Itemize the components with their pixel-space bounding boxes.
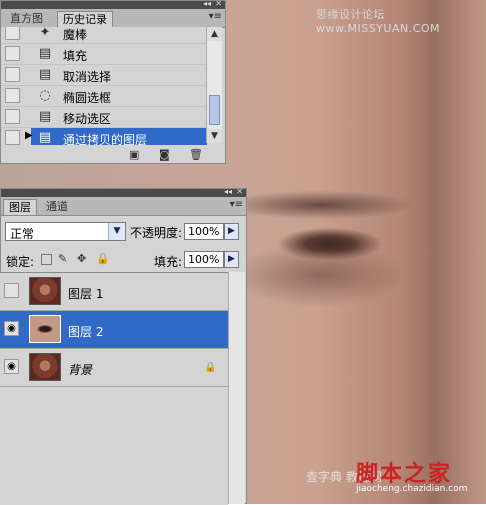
history-item[interactable]: ▤ 取消选择 [1,65,207,86]
history-source-checkbox[interactable] [5,67,20,82]
new-document-icon[interactable]: ▣ [129,148,139,161]
layer-name: 图层 1 [68,287,104,301]
history-item-label: 移动选区 [63,112,112,126]
history-state-icon: ▤ [38,109,52,124]
snapshot-icon[interactable]: ◙ [159,148,170,161]
history-panel: ◂◂ ✕ 直方图 历史记录 ▾≡ ✦ 魔棒 ▤ 填充 ▤ 取消选择 ◌ 椭圆选框 [0,0,226,164]
scroll-up-icon[interactable]: ▲ [207,27,222,41]
watermark-bottom-url: jiaocheng.chazidian.com [356,484,468,494]
lock-icon: 🔒 [204,362,217,373]
history-list: ✦ 魔棒 ▤ 填充 ▤ 取消选择 ◌ 椭圆选框 ▤ 移动选区 ▤ 通过拷贝的图层… [1,27,207,145]
visibility-toggle[interactable] [4,283,19,298]
history-source-checkbox[interactable] [5,27,20,40]
close-icon[interactable]: ✕ [215,0,222,8]
fill-slider-arrow-icon[interactable]: ▶ [224,251,239,268]
history-item[interactable]: ▤ 填充 [1,44,207,65]
collapse-icon[interactable]: ◂◂ [203,0,211,8]
lock-brush-icon[interactable]: ✎ [58,252,67,265]
layer-row-selected[interactable]: ◉ 图层 2 [0,311,228,349]
trash-icon[interactable]: 🗑 [189,148,203,161]
history-item-label: 取消选择 [63,70,112,84]
ellipse-marquee-icon: ◌ [39,88,51,103]
panel-menu-icon[interactable]: ▾≡ [209,11,222,22]
history-state-icon: ▤ [38,67,52,82]
history-item-label: 填充 [63,49,88,63]
magic-wand-icon: ✦ [39,27,51,40]
layer-thumbnail [29,315,61,343]
layer-thumbnail [29,277,61,305]
scroll-down-icon[interactable]: ▼ [207,129,222,143]
scroll-thumb[interactable] [209,95,220,125]
layer-name: 图层 2 [68,325,104,339]
blend-mode-select[interactable]: 正常 ▼ [5,222,126,241]
history-source-checkbox[interactable] [5,109,20,124]
history-state-icon: ▤ [38,46,52,61]
history-state-icon: ▤ [38,130,52,145]
history-item[interactable]: ▤ 移动选区 [1,107,207,128]
layers-tab-bar: 图层 通道 ▾≡ [1,197,246,216]
layer-name: 背景 [68,363,93,377]
chevron-down-icon[interactable]: ▼ [108,223,125,240]
layers-panel-titlebar[interactable]: ◂◂ ✕ [1,187,246,197]
layer-thumbnail [29,353,61,381]
tab-history[interactable]: 历史记录 [57,11,113,27]
opacity-input[interactable]: 100% [184,223,224,240]
history-item[interactable]: ◌ 椭圆选框 [1,86,207,107]
close-icon[interactable]: ✕ [236,187,243,196]
lock-label: 锁定: [6,255,35,269]
fill-label: 填充: [154,255,183,269]
opacity-label: 不透明度: [130,226,183,240]
fill-input[interactable]: 100% [184,251,224,268]
history-panel-titlebar[interactable]: ◂◂ ✕ [1,0,225,9]
layer-row[interactable]: 图层 1 [0,273,228,311]
history-item-label: 椭圆选框 [63,91,112,105]
history-source-checkbox[interactable] [5,46,20,61]
history-item-label: 通过拷贝的图层 [63,133,148,145]
history-item[interactable]: ✦ 魔棒 [1,27,207,44]
eye-icon[interactable]: ◉ [4,359,19,374]
collapse-icon[interactable]: ◂◂ [224,187,232,196]
eye-icon[interactable]: ◉ [4,321,19,336]
photo-shading [400,0,486,504]
lock-position-icon[interactable]: ✥ [77,252,86,265]
panel-menu-icon[interactable]: ▾≡ [230,199,243,210]
history-item-selected[interactable]: ▤ 通过拷贝的图层 [31,128,207,145]
layer-row[interactable]: ◉ 背景 🔒 [0,349,228,387]
blend-mode-value: 正常 [10,227,35,241]
tab-histogram[interactable]: 直方图 [5,11,48,27]
tab-layers[interactable]: 图层 [3,199,37,215]
lock-transparency-icon[interactable] [41,254,52,265]
layers-scrollbar[interactable] [228,272,245,504]
history-tab-bar: 直方图 历史记录 ▾≡ [1,9,225,28]
history-scrollbar[interactable]: ▲ ▼ [206,27,222,143]
watermark-top: 思缘设计论坛 www.MISSYUAN.COM [316,8,441,35]
history-item-label: 魔棒 [63,28,88,42]
tab-channels[interactable]: 通道 [41,199,73,215]
lock-all-icon[interactable]: 🔒 [96,252,110,265]
history-source-checkbox[interactable] [5,130,20,145]
opacity-slider-arrow-icon[interactable]: ▶ [224,223,239,240]
history-current-state-icon: ▶ [25,130,33,141]
layers-list: 图层 1 ◉ 图层 2 ◉ 背景 🔒 [0,272,228,505]
history-source-checkbox[interactable] [5,88,20,103]
